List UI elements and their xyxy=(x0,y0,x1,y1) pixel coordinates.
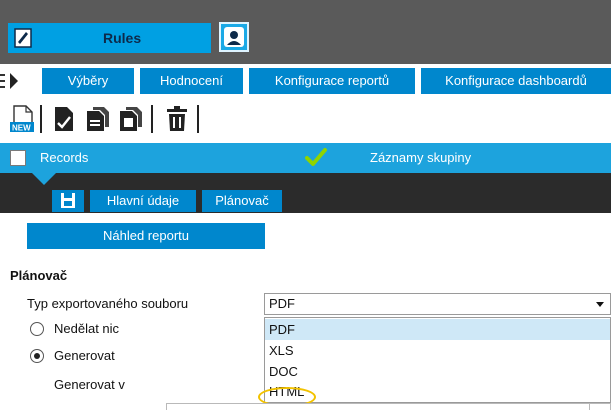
export-type-select[interactable]: PDF xyxy=(264,293,611,315)
checkmark-icon xyxy=(305,148,327,166)
tab-strip: Hlavní údaje Plánovač xyxy=(0,173,611,213)
edit-icon[interactable] xyxy=(52,105,78,133)
records-bar: Records Záznamy skupiny xyxy=(0,143,611,173)
generate-in-field[interactable] xyxy=(166,403,611,410)
section-title: Plánovač xyxy=(10,268,68,283)
toolbar: NEW xyxy=(0,97,611,142)
tab-planovac[interactable]: Plánovač xyxy=(202,190,282,212)
delete-icon[interactable] xyxy=(164,105,190,133)
nav-item-vybery[interactable]: Výběry xyxy=(42,68,134,94)
export-type-options: PDF XLS DOC HTML xyxy=(264,317,611,403)
records-checkbox[interactable] xyxy=(10,150,26,166)
tab-hlavni-udaje[interactable]: Hlavní údaje xyxy=(90,190,196,212)
option-doc[interactable]: DOC xyxy=(265,361,610,382)
save-button[interactable] xyxy=(52,190,84,212)
tab-notch xyxy=(32,173,56,185)
records-label: Records xyxy=(40,150,89,165)
svg-text:NEW: NEW xyxy=(12,124,31,133)
export-type-label: Typ exportovaného souboru xyxy=(27,296,189,311)
generate-in-label: Generovat v xyxy=(54,377,125,392)
radio-generate-label: Generovat xyxy=(54,348,115,363)
nav-item-hodnoceni[interactable]: Hodnocení xyxy=(140,68,243,94)
main-navigation: Výběry Hodnocení Konfigurace reportů Kon… xyxy=(0,64,611,97)
export-type-value: PDF xyxy=(269,296,295,311)
option-pdf[interactable]: PDF xyxy=(265,319,610,340)
radio-selected-dot xyxy=(34,353,40,359)
nav-item-konfigurace-dashboardu[interactable]: Konfigurace dashboardů xyxy=(421,68,611,94)
app-title: Rules xyxy=(103,30,142,46)
field-divider xyxy=(589,404,590,410)
copy-icon[interactable] xyxy=(85,105,111,133)
nav-item-konfigurace-reportu[interactable]: Konfigurace reportů xyxy=(249,68,415,94)
option-xls[interactable]: XLS xyxy=(265,340,610,361)
toolbar-separator xyxy=(151,105,153,133)
planner-form: Náhled reportu Plánovač Typ exportovanéh… xyxy=(0,213,611,410)
group-records-label[interactable]: Záznamy skupiny xyxy=(370,150,471,165)
title-bar: Rules xyxy=(0,0,611,64)
report-preview-button[interactable]: Náhled reportu xyxy=(27,223,265,249)
user-icon xyxy=(224,27,244,47)
app-rules-button[interactable]: Rules xyxy=(8,23,211,53)
user-button[interactable] xyxy=(219,22,249,52)
chevron-down-icon xyxy=(596,302,604,307)
new-record-icon[interactable]: NEW xyxy=(10,105,36,133)
menu-toggle-icon[interactable] xyxy=(0,72,40,90)
save-icon xyxy=(61,193,75,208)
radio-generate[interactable] xyxy=(30,349,44,363)
toolbar-separator xyxy=(197,105,199,133)
option-html[interactable]: HTML xyxy=(265,381,610,402)
radio-do-nothing-label: Nedělat nic xyxy=(54,321,120,336)
archive-icon[interactable] xyxy=(118,105,144,133)
app-icon xyxy=(14,28,32,48)
toolbar-separator xyxy=(40,105,42,133)
radio-do-nothing[interactable] xyxy=(30,322,44,336)
